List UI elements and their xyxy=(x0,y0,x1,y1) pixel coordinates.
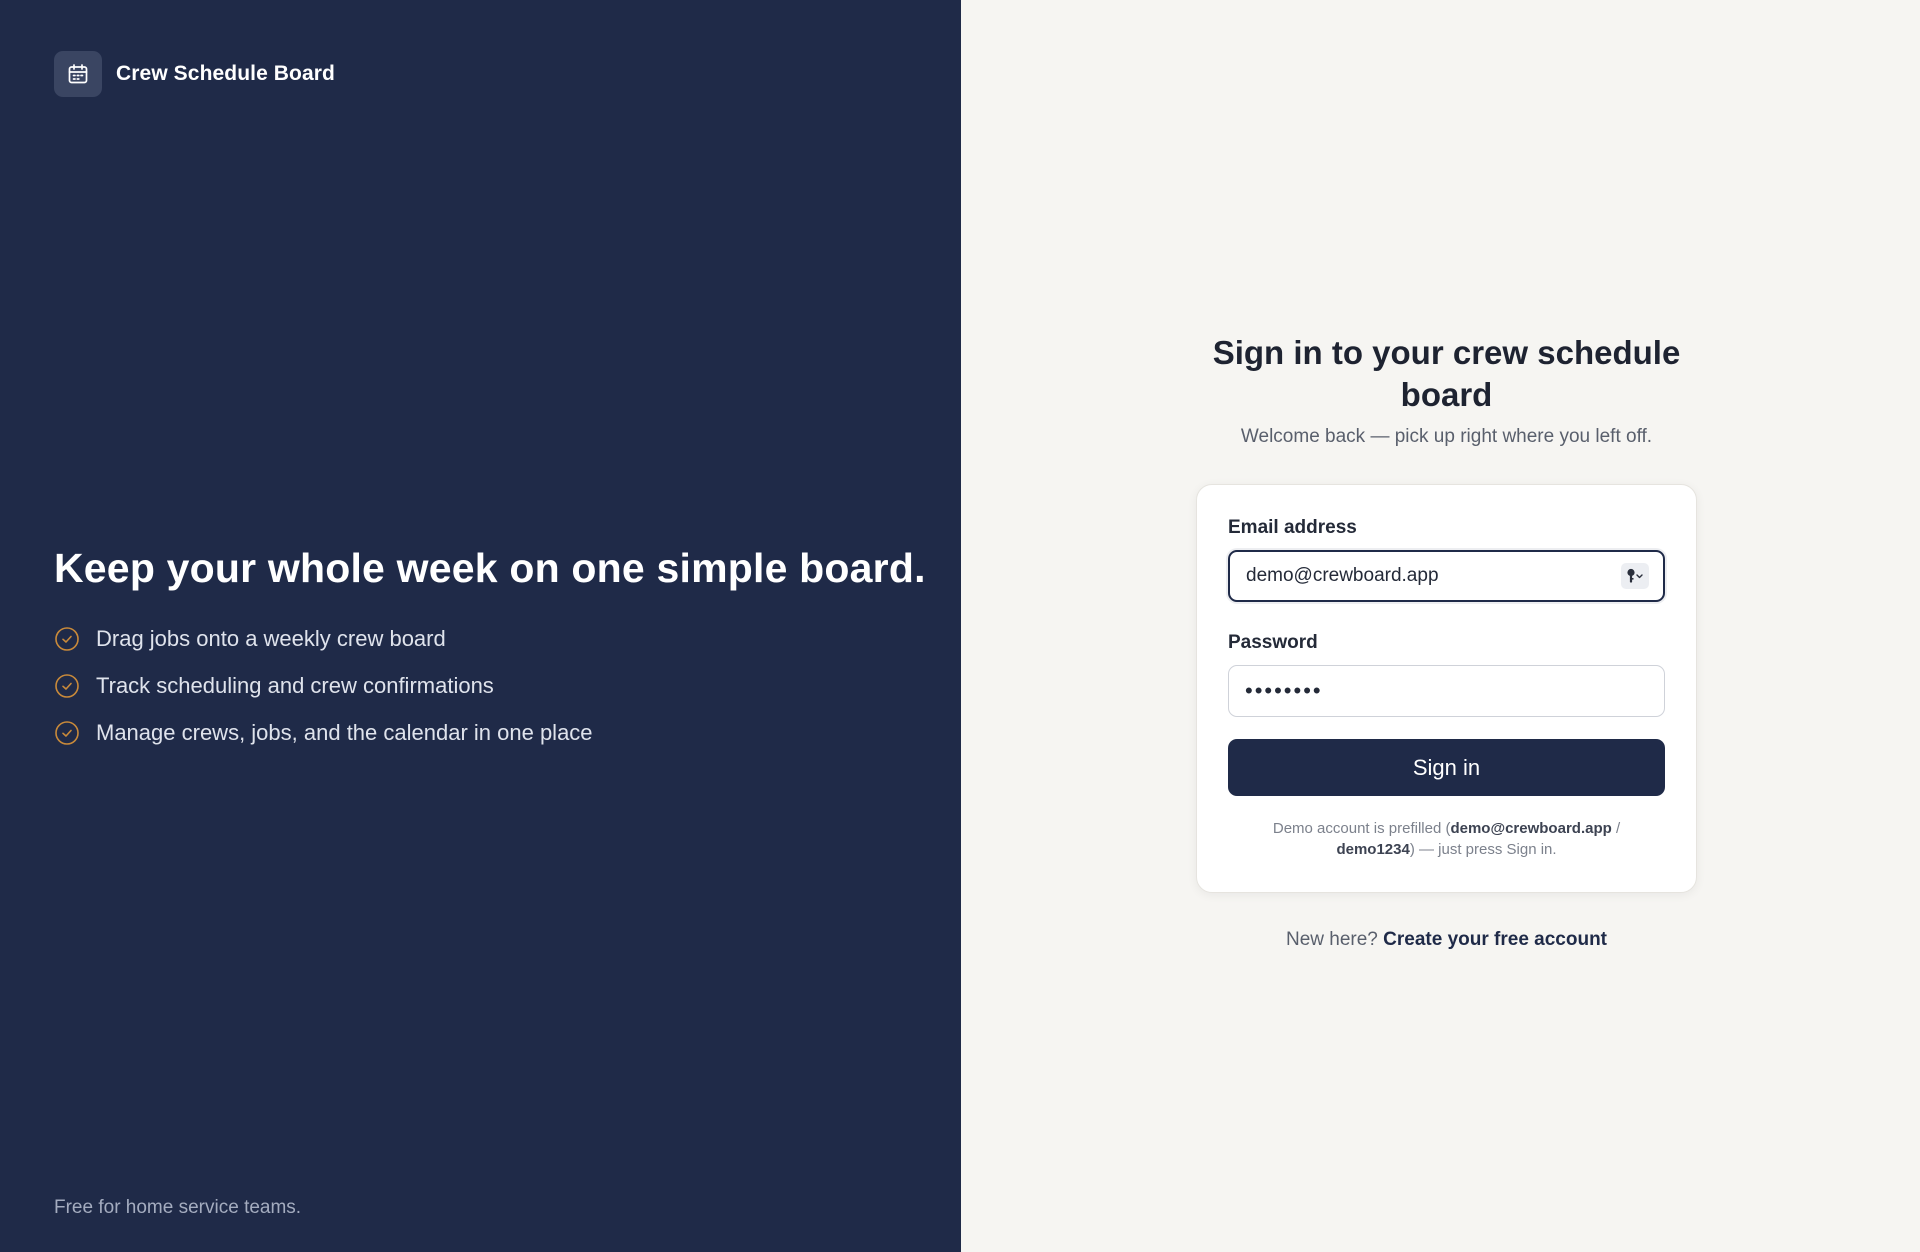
feature-list: Drag jobs onto a weekly crew board Track… xyxy=(54,615,926,756)
demo-note-sep: / xyxy=(1611,820,1621,837)
check-circle-icon xyxy=(55,720,79,745)
hero: Keep your whole week on one simple board… xyxy=(54,541,926,756)
feature-item: Manage crews, jobs, and the calendar in … xyxy=(54,709,926,756)
signin-panel: Sign in to your crew schedule board Welc… xyxy=(961,0,1920,1252)
email-input-wrap xyxy=(1228,550,1665,602)
calendar-icon xyxy=(54,51,102,97)
password-input-wrap xyxy=(1228,665,1665,717)
signin-button[interactable]: Sign in xyxy=(1228,739,1665,796)
password-field-group: Password xyxy=(1228,632,1665,717)
check-circle-icon xyxy=(55,673,79,698)
demo-note-suffix: ) — just press Sign in. xyxy=(1409,841,1557,858)
brand-name: Crew Schedule Board xyxy=(116,62,335,85)
feature-text: Manage crews, jobs, and the calendar in … xyxy=(96,719,593,745)
hero-title: Keep your whole week on one simple board… xyxy=(54,545,926,591)
signin-subtitle: Welcome back — pick up right where you l… xyxy=(1240,426,1653,447)
demo-account-note: Demo account is prefilled (demo@crewboar… xyxy=(1228,818,1665,860)
feature-item: Track scheduling and crew confirmations xyxy=(54,662,926,709)
password-input[interactable] xyxy=(1228,665,1665,717)
email-label: Email address xyxy=(1228,517,1357,538)
signup-prompt-text: New here? xyxy=(1285,929,1378,950)
footer-tagline: Free for home service teams. xyxy=(54,1197,302,1218)
feature-text: Track scheduling and crew confirmations xyxy=(96,672,494,698)
email-field-group: Email address xyxy=(1228,517,1665,602)
email-input[interactable] xyxy=(1228,550,1665,602)
signin-form: Email address Password xyxy=(1196,484,1697,893)
demo-note-prefix: Demo account is prefilled ( xyxy=(1272,820,1451,837)
demo-email: demo@crewboard.app xyxy=(1450,820,1612,837)
brand: Crew Schedule Board xyxy=(54,51,335,97)
demo-password: demo1234 xyxy=(1336,841,1410,858)
signin-container: Sign in to your crew schedule board Welc… xyxy=(1196,332,1697,951)
signup-prompt: New here? Create your free account xyxy=(1196,929,1697,951)
feature-item: Drag jobs onto a weekly crew board xyxy=(54,615,926,662)
password-label: Password xyxy=(1228,632,1318,653)
brand-panel: Crew Schedule Board Keep your whole week… xyxy=(0,0,961,1252)
password-manager-key-icon[interactable] xyxy=(1621,563,1649,589)
create-account-link[interactable]: Create your free account xyxy=(1383,929,1607,950)
check-circle-icon xyxy=(55,626,79,651)
signin-title: Sign in to your crew schedule board xyxy=(1212,334,1681,413)
feature-text: Drag jobs onto a weekly crew board xyxy=(96,625,446,651)
